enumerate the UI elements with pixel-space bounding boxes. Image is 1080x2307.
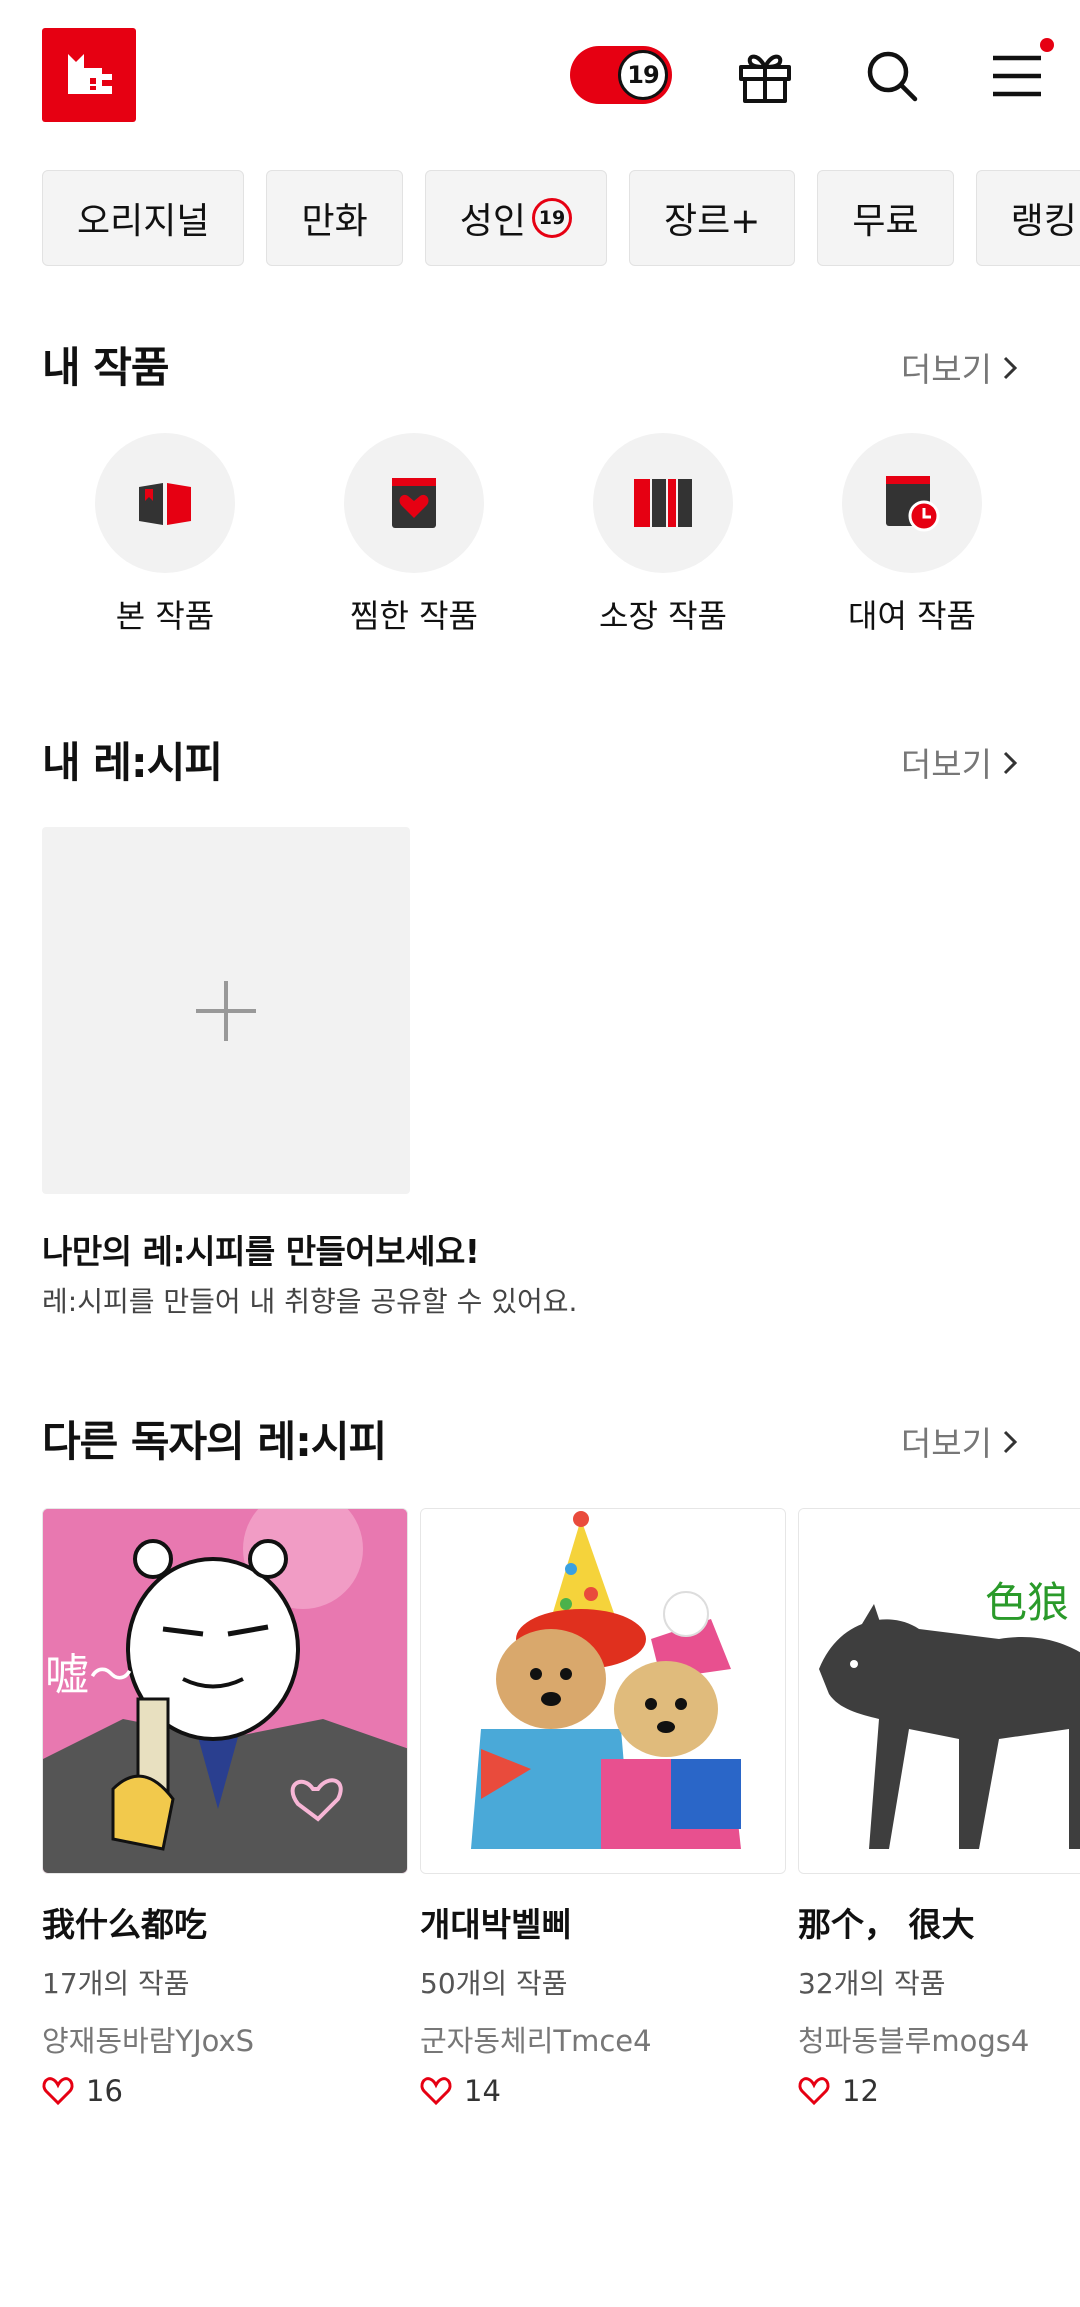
recipe-thumbnail: 嘘～ [42,1508,408,1874]
chevron-right-icon [1003,1430,1018,1454]
like-count: 16 [86,2074,123,2108]
adult-badge: 19 [531,198,572,238]
tab-free[interactable]: 무료 [817,170,954,266]
chevron-right-icon [1003,356,1018,380]
recipe-likes[interactable]: 14 [420,2074,786,2108]
create-recipe-subtitle: 레:시피를 만들어 내 취향을 공유할 수 있어요. [42,1285,578,1318]
my-works-title: 내 작품 [42,343,170,392]
tab-label: 만화 [301,201,368,242]
tab-label: 장르+ [663,201,761,242]
open-book-icon [95,433,235,573]
create-recipe-button[interactable] [42,827,410,1194]
more-label: 더보기 [900,745,992,784]
recipe-work-count: 17개의 작품 [42,1967,190,2000]
tab-label: 랭킹 [1010,201,1077,242]
chevron-right-icon [1003,751,1018,775]
clock-book-icon [842,433,982,573]
tab-ranking[interactable]: 랭킹 [975,170,1080,266]
gift-icon[interactable] [733,44,797,108]
tab-comics[interactable]: 만화 [266,170,403,266]
recipe-name: 那个， 很大 [798,1905,975,1944]
work-item-viewed[interactable]: 본 작품 [95,433,235,635]
tab-label: 오리지널 [77,201,210,242]
recipe-likes[interactable]: 12 [798,2074,1080,2108]
recipe-work-count: 50개의 작품 [420,1967,568,2000]
heart-book-icon [344,433,484,573]
my-recipe-title: 내 레:시피 [42,738,223,787]
recipe-likes[interactable]: 16 [42,2074,408,2108]
tab-genre[interactable]: 장르+ [628,170,796,266]
thumbnail-caption: 嘘～ [45,1650,133,1701]
recipe-author: 청파동블루mogs4 [798,2024,1030,2058]
work-item-wishlist[interactable]: 찜한 작품 [344,433,484,635]
top-header: 19 [0,0,1080,160]
like-count: 12 [842,2074,879,2108]
tab-label: 성인 [459,201,526,242]
like-count: 14 [464,2074,501,2108]
heart-icon [42,2077,74,2106]
recipe-thumbnail: 色狼 [798,1508,1080,1874]
menu-icon[interactable] [985,44,1049,108]
recipe-thumbnail [420,1508,786,1874]
work-label: 본 작품 [115,597,215,635]
adult-content-toggle[interactable]: 19 [570,46,672,104]
my-recipe-more-link[interactable]: 더보기 [901,738,1018,786]
recipe-name: 개대박벨삐 [420,1905,572,1944]
adult-toggle-knob: 19 [618,50,668,100]
work-label: 대여 작품 [848,597,976,635]
other-recipe-title: 다른 독자의 레:시피 [42,1417,387,1466]
search-icon[interactable] [860,44,924,108]
more-label: 더보기 [900,350,992,389]
work-label: 소장 작품 [599,597,727,635]
recipe-card-list: 嘘～ 我什么都吃 17개의 작품 양재동바람YJoxS 16 개대박벨삐 50개… [42,1508,1080,2108]
notification-dot [1040,38,1054,52]
recipe-card[interactable]: 嘘～ 我什么都吃 17개의 작품 양재동바람YJoxS 16 [42,1508,408,2108]
bookshelf-icon [593,433,733,573]
tab-label: 무료 [852,201,919,242]
tab-original[interactable]: 오리지널 [42,170,245,266]
recipe-name: 我什么都吃 [42,1905,207,1944]
heart-icon [420,2077,452,2106]
work-item-owned[interactable]: 소장 작품 [593,433,733,635]
recipe-work-count: 32개의 작품 [798,1967,946,2000]
recipe-card[interactable]: 色狼 那个， 很大 32개의 작품 청파동블루mogs4 12 [798,1508,1080,2108]
create-recipe-title: 나만의 레:시피를 만들어보세요! [42,1232,480,1271]
category-tabs: 오리지널 만화 성인 19 장르+ 무료 랭킹 [42,170,1080,266]
heart-icon [798,2077,830,2106]
thumbnail-caption: 色狼 [985,1578,1070,1627]
my-works-more-link[interactable]: 더보기 [901,343,1018,391]
logo-icon[interactable] [42,28,136,122]
tab-adult[interactable]: 성인 19 [424,170,607,266]
work-label: 찜한 작품 [350,597,478,635]
plus-icon [196,980,256,1041]
other-recipe-more-link[interactable]: 더보기 [901,1417,1018,1465]
my-works-list: 본 작품 찜한 작품 소장 작품 대여 작품 [95,433,995,643]
recipe-author: 군자동체리Tmce4 [420,2024,652,2058]
page: 19 오리지널 만화 성인 19 장르+ 무료 랭킹 내 작품 더보기 본 작품… [0,0,1080,2307]
recipe-card[interactable]: 개대박벨삐 50개의 작품 군자동체리Tmce4 14 [420,1508,786,2108]
more-label: 더보기 [900,1424,992,1463]
recipe-author: 양재동바람YJoxS [42,2024,255,2058]
work-item-rented[interactable]: 대여 작품 [842,433,982,635]
